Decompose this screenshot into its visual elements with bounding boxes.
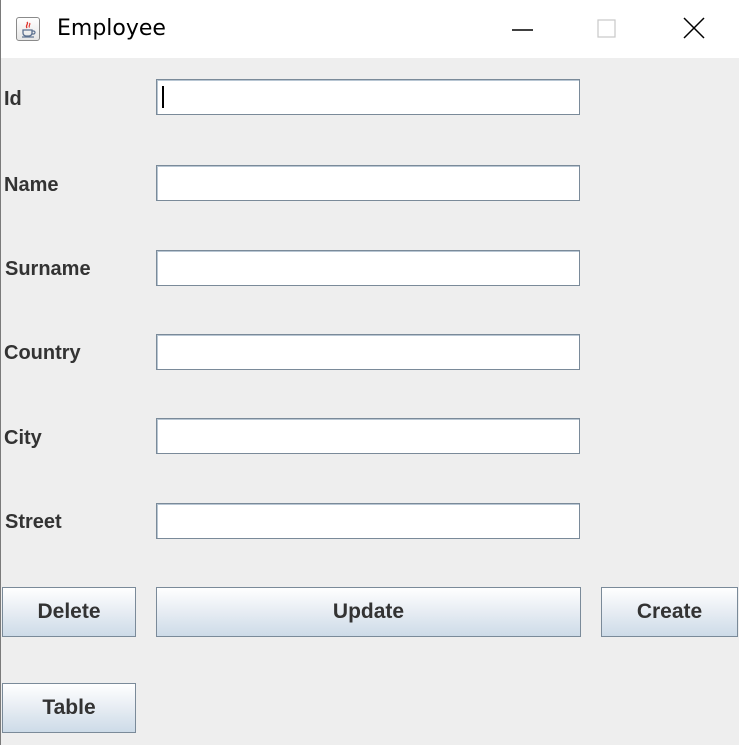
java-coffee-cup-icon[interactable] [16, 17, 40, 41]
city-label: City [4, 427, 42, 449]
employee-window: Employee Id Name Surname Country City St… [0, 0, 739, 745]
close-button[interactable] [647, 0, 737, 58]
surname-label: Surname [5, 258, 91, 280]
close-icon [683, 17, 705, 39]
minimize-icon [512, 29, 533, 31]
country-label: Country [4, 342, 81, 364]
name-label: Name [4, 174, 59, 196]
title-bar[interactable]: Employee [1, 0, 739, 58]
text-caret [162, 86, 164, 108]
surname-field[interactable] [156, 250, 580, 286]
id-field[interactable] [156, 79, 580, 115]
minimize-button[interactable] [477, 0, 567, 58]
id-label: Id [4, 88, 22, 110]
create-button[interactable]: Create [601, 587, 738, 637]
maximize-button[interactable] [561, 0, 651, 58]
street-label: Street [5, 511, 62, 533]
table-button[interactable]: Table [2, 683, 136, 733]
name-field[interactable] [156, 165, 580, 201]
maximize-icon [597, 19, 616, 38]
city-field[interactable] [156, 418, 580, 454]
delete-button[interactable]: Delete [2, 587, 136, 637]
country-field[interactable] [156, 334, 580, 370]
update-button[interactable]: Update [156, 587, 581, 637]
street-field[interactable] [156, 503, 580, 539]
window-title: Employee [57, 16, 166, 41]
